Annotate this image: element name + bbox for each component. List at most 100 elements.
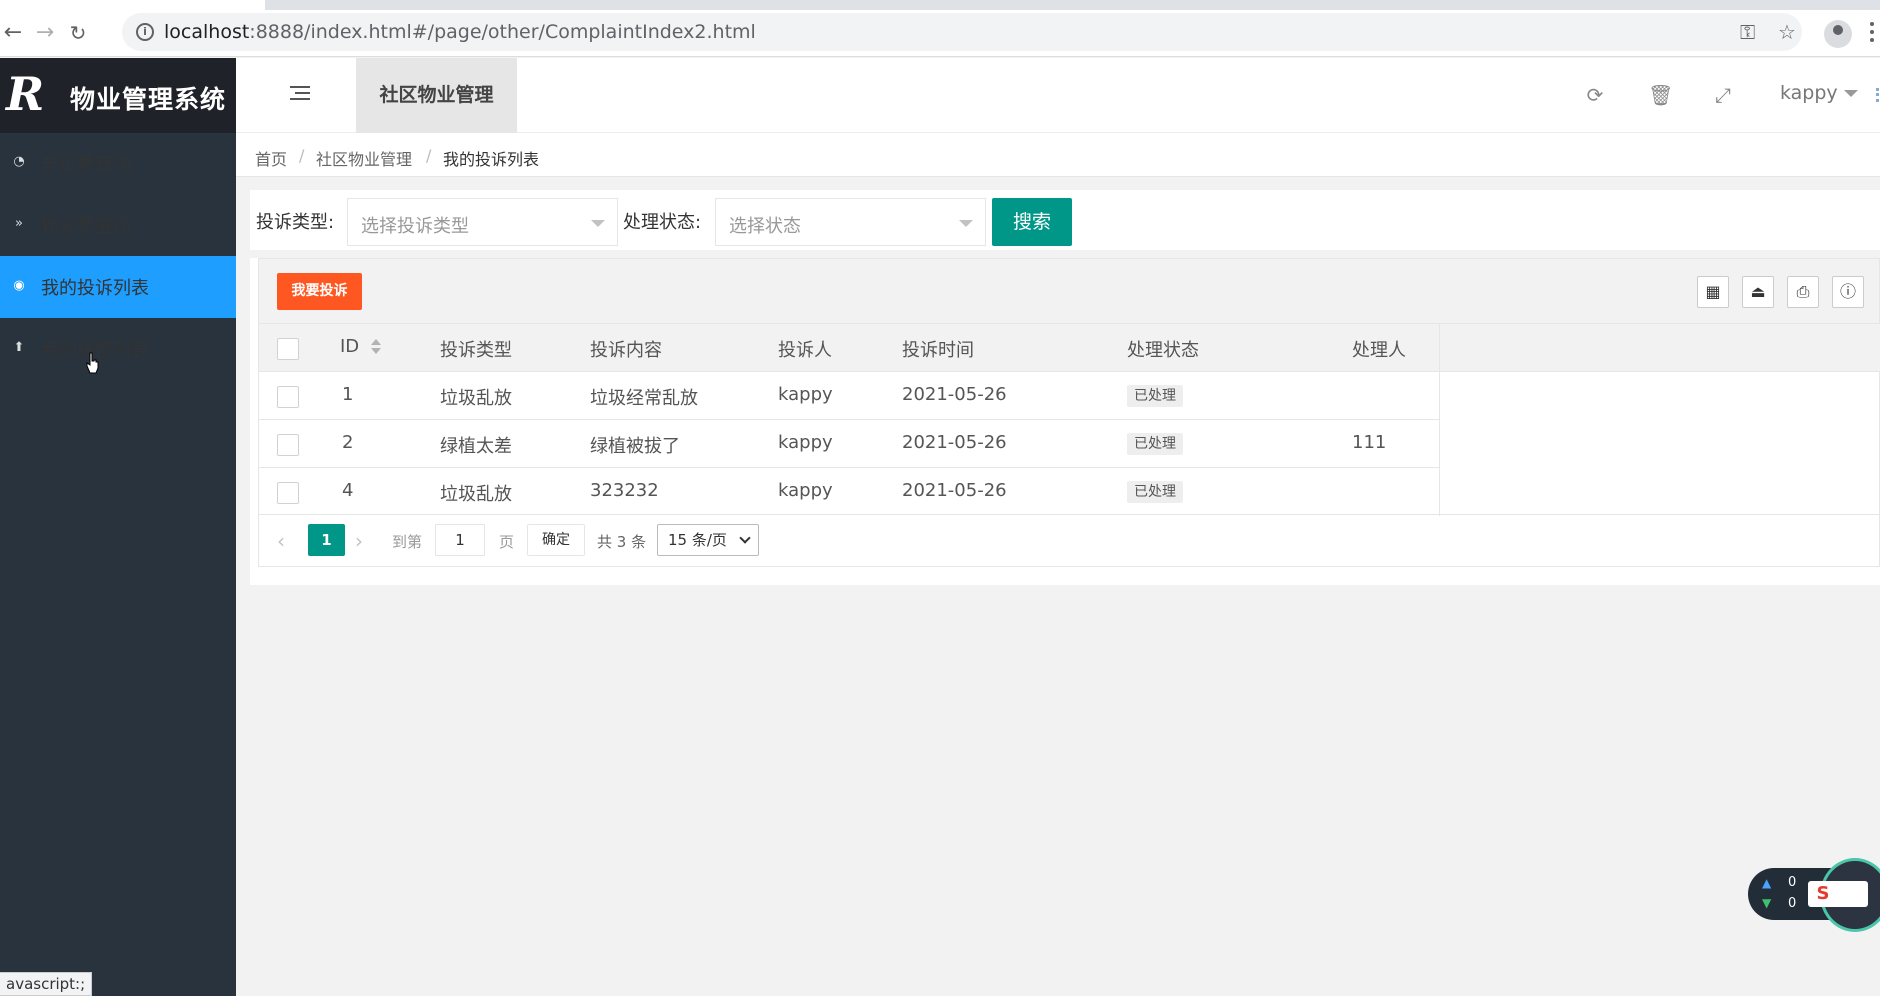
caret-down-icon bbox=[1843, 90, 1858, 97]
cell-time: 2021-05-26 bbox=[902, 384, 1007, 405]
breadcrumb-section[interactable]: 社区物业管理 bbox=[316, 146, 412, 170]
cell-content: 323232 bbox=[590, 480, 659, 501]
sidebar: R 物业管理系统 ◔ 车位费查询 » 物业费查询 ◉ 我的投诉列表 ⬆ 我的保修… bbox=[0, 58, 236, 996]
column-header-handler: 处理人 bbox=[1352, 340, 1406, 361]
reload-icon[interactable]: ↻ bbox=[67, 22, 89, 44]
sidebar-item-complaints[interactable]: ◉ 我的投诉列表 bbox=[0, 256, 236, 318]
column-header-content: 投诉内容 bbox=[590, 340, 662, 361]
cell-id: 4 bbox=[342, 480, 354, 501]
table-header: ID 投诉类型 投诉内容 投诉人 投诉时间 处理状态 处理人 bbox=[259, 324, 1880, 372]
cell-user: kappy bbox=[778, 432, 833, 453]
sort-icon[interactable] bbox=[371, 339, 381, 355]
current-page-button[interactable]: 1 bbox=[308, 524, 345, 556]
cell-user: kappy bbox=[778, 480, 833, 501]
dropdown-arrow-icon bbox=[959, 220, 973, 227]
dashboard-icon: ◔ bbox=[13, 154, 25, 169]
download-speed: 0 bbox=[1788, 896, 1797, 911]
print-icon[interactable]: ⎙ bbox=[1787, 276, 1819, 308]
sidebar-item-repairs[interactable]: ⬆ 我的保修列表 bbox=[0, 318, 236, 380]
forward-icon[interactable]: → bbox=[34, 22, 56, 44]
browser-toolbar: ← → ↻ i localhost:8888/index.html#/page/… bbox=[0, 0, 1880, 57]
bookmark-star-icon[interactable]: ☆ bbox=[1778, 20, 1796, 44]
url-text[interactable]: localhost:8888/index.html#/page/other/Co… bbox=[164, 21, 756, 43]
column-header-id[interactable]: ID bbox=[340, 336, 359, 357]
table-row[interactable]: 1 垃圾乱放 垃圾经常乱放 kappy 2021-05-26 已处理 bbox=[259, 372, 1439, 420]
upload-speed: 0 bbox=[1788, 875, 1797, 890]
column-header-type: 投诉类型 bbox=[440, 340, 512, 361]
cell-user: kappy bbox=[778, 384, 833, 405]
complaint-type-label: 投诉类型: bbox=[256, 212, 335, 233]
cell-type: 绿植太差 bbox=[440, 436, 512, 457]
select-all-checkbox[interactable] bbox=[277, 338, 299, 360]
cell-time: 2021-05-26 bbox=[902, 480, 1007, 501]
logo-icon: R bbox=[6, 67, 45, 121]
status-badge: 已处理 bbox=[1127, 481, 1183, 503]
fullscreen-icon[interactable]: ⤢ bbox=[1712, 84, 1734, 106]
cell-type: 垃圾乱放 bbox=[440, 484, 512, 505]
export-icon[interactable]: ⏏ bbox=[1742, 276, 1774, 308]
back-icon[interactable]: ← bbox=[2, 22, 24, 44]
top-header: 社区物业管理 ⟳ 🗑︎ ⤢ kappy bbox=[236, 58, 1880, 133]
pagination: ‹ 1 › 到第 1 页 确定 共 3 条 15 条/页 bbox=[258, 515, 1880, 567]
chevron-double-down-icon: » bbox=[15, 216, 23, 231]
complaint-table: ID 投诉类型 投诉内容 投诉人 投诉时间 处理状态 处理人 1 垃圾乱放 垃圾… bbox=[258, 323, 1880, 516]
table-column-divider bbox=[1439, 324, 1440, 516]
table-panel: 我要投诉 ▦ ⏏ ⎙ ⓘ ID 投诉类型 投诉内容 投诉人 投诉时间 处理状态 … bbox=[250, 258, 1880, 585]
download-arrow-icon: ▼ bbox=[1762, 896, 1772, 910]
browser-tabstrip bbox=[265, 0, 1880, 10]
cell-content: 垃圾经常乱放 bbox=[590, 388, 698, 409]
row-checkbox[interactable] bbox=[277, 434, 299, 456]
profile-avatar-icon[interactable] bbox=[1824, 20, 1852, 48]
page-unit-label: 页 bbox=[499, 533, 515, 551]
next-page-icon[interactable]: › bbox=[355, 529, 363, 553]
row-checkbox[interactable] bbox=[277, 482, 299, 504]
sidebar-item-property-fee[interactable]: » 物业费查询 bbox=[0, 194, 236, 256]
chevron-down-icon bbox=[739, 532, 751, 544]
sidebar-item-parking-fee[interactable]: ◔ 车位费查询 bbox=[0, 132, 236, 194]
add-complaint-button[interactable]: 我要投诉 bbox=[277, 273, 362, 310]
status-select[interactable]: 选择状态 bbox=[715, 198, 986, 246]
status-badge: 已处理 bbox=[1127, 433, 1183, 455]
goto-label: 到第 bbox=[392, 533, 423, 551]
more-icon[interactable] bbox=[1876, 88, 1880, 102]
hand-cursor-icon bbox=[86, 352, 99, 374]
site-info-icon[interactable]: i bbox=[136, 23, 154, 41]
browser-menu-icon[interactable] bbox=[1870, 22, 1874, 42]
table-row[interactable]: 4 垃圾乱放 323232 kappy 2021-05-26 已处理 bbox=[259, 468, 1439, 516]
username: kappy bbox=[1780, 82, 1838, 104]
columns-icon[interactable]: ▦ bbox=[1697, 276, 1729, 308]
cell-type: 垃圾乱放 bbox=[440, 388, 512, 409]
complaint-type-select[interactable]: 选择投诉类型 bbox=[347, 198, 618, 246]
address-bar[interactable]: i localhost:8888/index.html#/page/other/… bbox=[122, 13, 1802, 51]
info-icon[interactable]: ⓘ bbox=[1832, 276, 1864, 308]
page-size-value: 15 条/页 bbox=[668, 531, 727, 549]
trash-icon[interactable]: 🗑︎ bbox=[1648, 84, 1673, 106]
status-label: 处理状态: bbox=[623, 212, 702, 233]
user-menu[interactable]: kappy bbox=[1780, 82, 1858, 104]
cell-handler: 111 bbox=[1352, 432, 1387, 453]
prev-page-icon[interactable]: ‹ bbox=[277, 529, 285, 553]
ime-toolbar[interactable]: S bbox=[1808, 881, 1868, 907]
key-icon[interactable]: ⚿ bbox=[1740, 20, 1755, 44]
column-header-time: 投诉时间 bbox=[902, 340, 974, 361]
column-header-user: 投诉人 bbox=[778, 340, 832, 361]
sogou-ime-icon: S bbox=[1816, 883, 1830, 904]
cell-id: 1 bbox=[342, 384, 354, 405]
logo-area: R 物业管理系统 bbox=[0, 58, 236, 133]
breadcrumb-separator: / bbox=[299, 146, 305, 165]
tab-community-property[interactable]: 社区物业管理 bbox=[356, 58, 517, 133]
page-size-select[interactable]: 15 条/页 bbox=[657, 524, 759, 556]
table-row[interactable]: 2 绿植太差 绿植被拔了 kappy 2021-05-26 已处理 111 bbox=[259, 420, 1439, 468]
up-arrow-circle-icon: ⬆ bbox=[13, 340, 25, 355]
search-button[interactable]: 搜索 bbox=[992, 198, 1072, 246]
goto-page-input[interactable]: 1 bbox=[435, 524, 485, 556]
cell-id: 2 bbox=[342, 432, 354, 453]
goto-confirm-button[interactable]: 确定 bbox=[527, 524, 585, 556]
row-checkbox[interactable] bbox=[277, 386, 299, 408]
menu-toggle-icon[interactable] bbox=[290, 86, 310, 104]
refresh-icon[interactable]: ⟳ bbox=[1584, 84, 1606, 106]
breadcrumb-home[interactable]: 首页 bbox=[255, 146, 287, 170]
breadcrumb: 首页 / 社区物业管理 / 我的投诉列表 bbox=[236, 133, 1880, 177]
breadcrumb-separator: / bbox=[426, 146, 432, 165]
column-header-status: 处理状态 bbox=[1127, 340, 1199, 361]
